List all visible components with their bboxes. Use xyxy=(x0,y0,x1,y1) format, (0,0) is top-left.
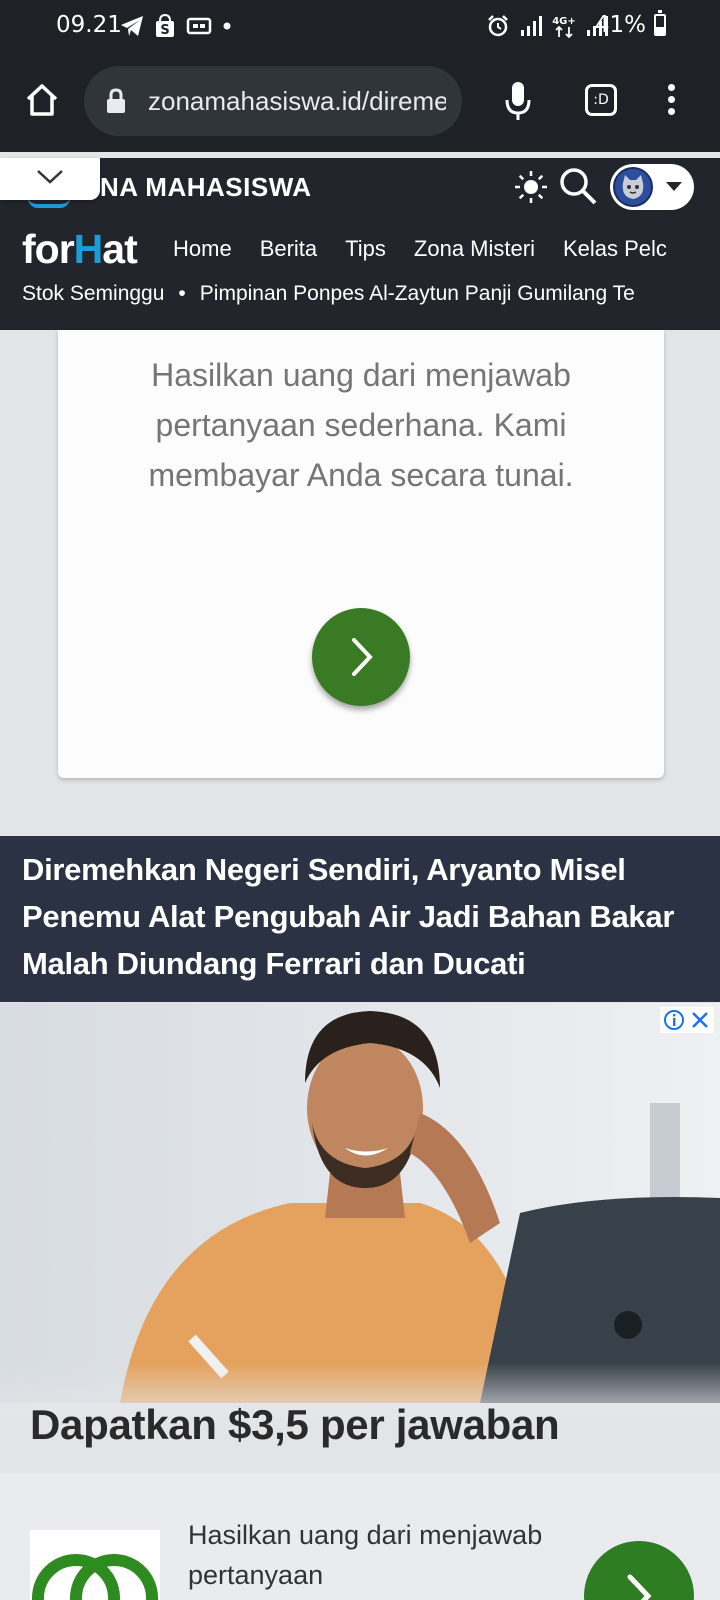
brand-suffix: at xyxy=(102,226,137,272)
article-headline-block: Diremehkan Negeri Sendiri, Aryanto Misel… xyxy=(0,836,720,1002)
article-headline: Diremehkan Negeri Sendiri, Aryanto Misel… xyxy=(22,852,675,981)
tabs-label: :D xyxy=(593,92,609,108)
alarm-icon xyxy=(488,15,508,37)
chevron-right-icon xyxy=(627,1574,652,1600)
url-text[interactable]: zonamahasiswa.id/direme xyxy=(148,86,446,117)
ad-next-button[interactable] xyxy=(584,1541,694,1600)
chevron-right-icon xyxy=(352,638,373,676)
ad-banner[interactable]: Dapatkan $3,5 per jawaban Hasilkan uang … xyxy=(0,1003,720,1600)
mic-icon[interactable] xyxy=(504,80,532,124)
site-header: NA MAHASISWA forHat Home Berita Tips Zon… xyxy=(0,158,720,330)
brand-prefix: for xyxy=(22,226,75,272)
ad-info xyxy=(660,1007,714,1033)
home-icon[interactable] xyxy=(24,82,60,118)
avatar[interactable] xyxy=(613,167,653,207)
status-time: 09.21 xyxy=(56,12,122,38)
telegram-icon xyxy=(121,16,143,36)
caret-down-icon[interactable] xyxy=(666,182,682,191)
nav-item-berita[interactable]: Berita xyxy=(260,236,317,262)
sun-icon[interactable] xyxy=(514,170,548,204)
adchoices-icon[interactable] xyxy=(663,1009,685,1031)
brand-highlight: H xyxy=(73,226,104,272)
more-vert-icon[interactable] xyxy=(666,84,676,120)
search-icon[interactable] xyxy=(558,166,598,206)
tabs-icon[interactable]: :D xyxy=(585,84,617,116)
cast-icon xyxy=(186,17,212,35)
lock-icon[interactable] xyxy=(106,88,126,114)
chevron-down-icon xyxy=(37,170,63,184)
ticker-item[interactable]: Stok Seminggu xyxy=(22,282,164,305)
site-name[interactable]: NA MAHASISWA xyxy=(100,172,312,203)
nav-item-home[interactable]: Home xyxy=(173,236,232,262)
network-4g-icon: 4G+ xyxy=(552,16,576,39)
nav-item-zona-misteri[interactable]: Zona Misteri xyxy=(414,236,535,262)
battery-percent: 41% xyxy=(594,12,646,38)
browser-toolbar: zonamahasiswa.id/direme :D xyxy=(0,52,720,152)
close-icon[interactable] xyxy=(689,1009,711,1031)
ad-title[interactable]: Dapatkan $3,5 per jawaban xyxy=(30,1401,560,1449)
nav-item-kelas[interactable]: Kelas Pelc xyxy=(563,236,667,262)
signal-icon xyxy=(521,16,542,36)
brand-logo[interactable]: forHat xyxy=(22,226,138,273)
ticker-separator: • xyxy=(178,282,186,305)
user-menu[interactable] xyxy=(610,164,694,210)
main-nav: Home Berita Tips Zona Misteri Kelas Pelc xyxy=(173,236,720,262)
ticker-item[interactable]: Pimpinan Ponpes Al-Zaytun Panji Gumilang… xyxy=(200,282,635,305)
news-ticker: Stok Seminggu • Pimpinan Ponpes Al-Zaytun … xyxy=(22,282,702,306)
address-bar[interactable]: zonamahasiswa.id/direme xyxy=(84,66,462,136)
ad-card-text: Hasilkan uang dari menjawab pertanyaan s… xyxy=(148,357,574,493)
status-bar: 09.21 S 4G+ 41% xyxy=(0,0,720,52)
battery-icon xyxy=(654,10,666,36)
ad-description: Hasilkan uang dari menjawab pertanyaan xyxy=(188,1520,543,1590)
advertiser-logo[interactable] xyxy=(30,1530,160,1600)
ad-image[interactable] xyxy=(0,1003,720,1403)
screen: 09.21 S 4G+ 41% zonamahasiswa.id/direme … xyxy=(0,0,720,1600)
notification-dot-icon xyxy=(223,22,231,30)
svg-text:4G+: 4G+ xyxy=(552,16,576,27)
collapse-header-button[interactable] xyxy=(0,158,100,200)
ad-next-button[interactable] xyxy=(312,608,410,706)
shopee-icon: S xyxy=(156,14,174,38)
ad-card[interactable]: Hasilkan uang dari menjawab pertanyaan s… xyxy=(58,330,664,778)
nav-item-tips[interactable]: Tips xyxy=(345,236,386,262)
svg-text:S: S xyxy=(160,23,169,38)
